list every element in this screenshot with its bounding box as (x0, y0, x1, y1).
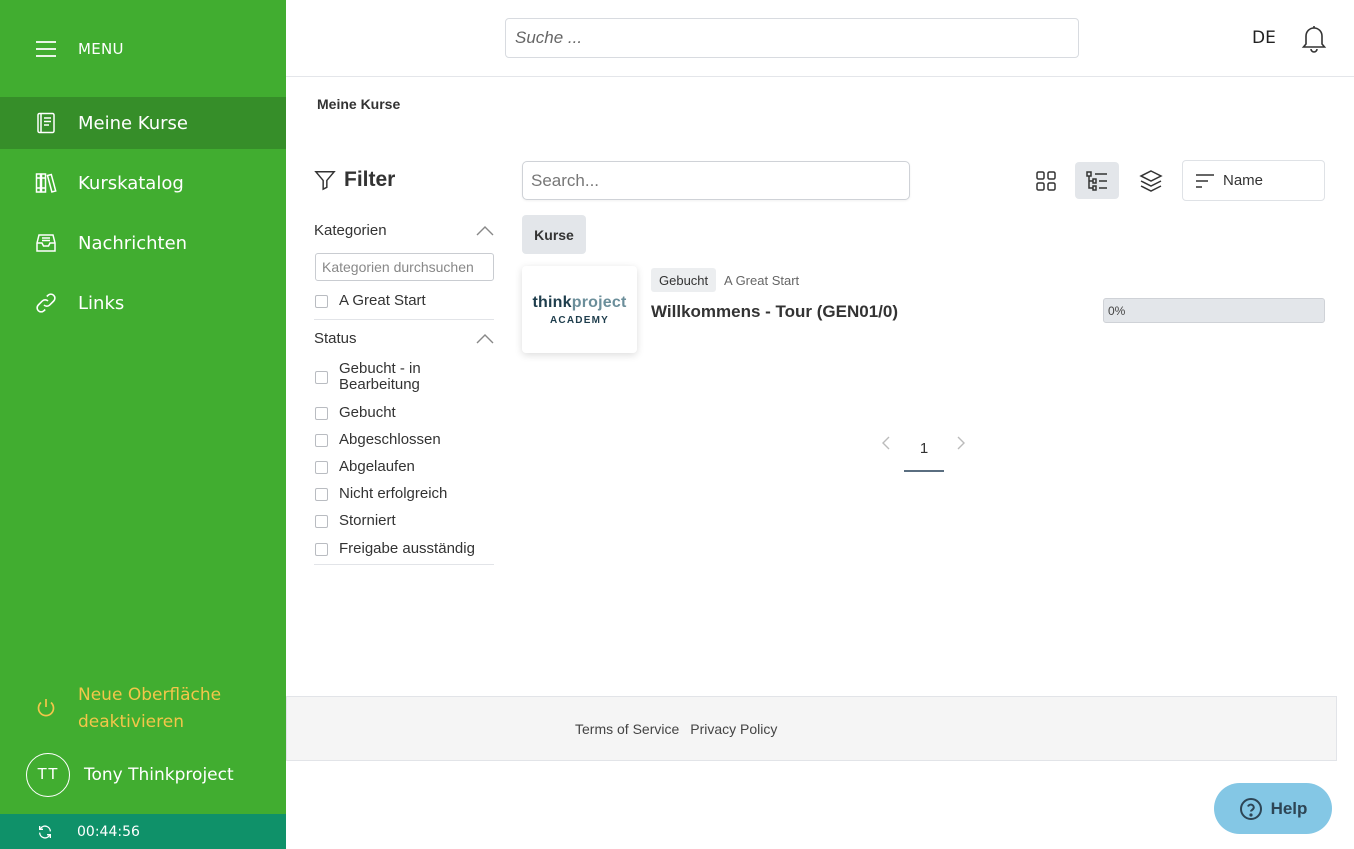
categories-search-input[interactable] (315, 253, 494, 281)
categories-section-header[interactable]: Kategorien (314, 222, 494, 239)
checkbox[interactable] (315, 294, 328, 308)
chevron-left-icon[interactable] (880, 435, 892, 451)
deactivate-label: Neue Oberfläche deaktivieren (78, 685, 222, 732)
status-option[interactable]: Freigabe ausständig (315, 541, 475, 557)
menu-toggle[interactable]: MENU (36, 38, 124, 60)
option-label: Gebucht (339, 404, 396, 421)
library-icon (35, 173, 57, 193)
status-option[interactable]: Gebucht (315, 405, 396, 421)
tab-kurse[interactable]: Kurse (522, 215, 586, 254)
status-option[interactable]: Storniert (315, 513, 396, 529)
sidebar-item-label: Kurskatalog (78, 172, 184, 194)
sidebar-item-links[interactable]: Links (0, 277, 286, 329)
option-label: Nicht erfolgreich (339, 485, 448, 502)
option-label: Gebucht - in Bearbeitung (339, 360, 421, 393)
course-search-input[interactable] (522, 161, 910, 200)
sidebar: MENU Meine Kurse Kurskatalog Nachrichten… (0, 0, 286, 849)
checkbox[interactable] (315, 487, 328, 501)
hamburger-icon (36, 41, 56, 57)
book-icon (37, 112, 55, 134)
grid-icon (1036, 170, 1056, 191)
checkbox[interactable] (315, 460, 328, 474)
sort-icon (1196, 173, 1214, 188)
filter-title: Filter (314, 168, 395, 192)
checkbox[interactable] (315, 370, 328, 384)
refresh-icon[interactable] (37, 824, 53, 840)
power-icon (37, 699, 55, 717)
status-badge: Gebucht (651, 268, 717, 292)
progress-bar: 0% (1103, 298, 1325, 323)
help-label: Help (1270, 798, 1308, 818)
grid-view-button[interactable] (1024, 162, 1068, 199)
tree-list-icon (1086, 170, 1107, 191)
tree-list-view-button[interactable] (1075, 162, 1119, 199)
user-profile[interactable]: TT Tony Thinkproject (26, 753, 234, 797)
language-switcher[interactable]: DE (1252, 28, 1276, 48)
sidebar-item-kurskatalog[interactable]: Kurskatalog (0, 157, 286, 209)
session-bar: 00:44:56 (0, 814, 286, 849)
thinkproject-logo: thinkproject (532, 293, 627, 311)
breadcrumb: Meine Kurse (317, 96, 401, 112)
top-header: DE (286, 0, 1354, 77)
option-label: Freigabe ausständig (339, 540, 475, 557)
layers-view-button[interactable] (1129, 162, 1173, 199)
layers-icon (1139, 169, 1163, 192)
privacy-link[interactable]: Privacy Policy (690, 721, 777, 737)
checkbox[interactable] (315, 433, 328, 447)
sidebar-item-label: Nachrichten (78, 232, 188, 254)
logo-subtitle: ACADEMY (550, 314, 609, 326)
option-label: Abgelaufen (339, 458, 415, 475)
checkbox[interactable] (315, 406, 328, 420)
status-option[interactable]: Nicht erfolgreich (315, 486, 447, 502)
global-search-input[interactable] (505, 18, 1079, 58)
avatar: TT (26, 753, 70, 797)
status-section-header[interactable]: Status (314, 330, 494, 347)
category-option[interactable]: A Great Start (315, 293, 426, 309)
option-label: Abgeschlossen (339, 431, 441, 448)
pagination-page[interactable]: 1 (904, 430, 944, 472)
sidebar-item-label: Meine Kurse (78, 112, 188, 134)
terms-link[interactable]: Terms of Service (575, 721, 679, 737)
status-option[interactable]: Abgelaufen (315, 459, 415, 475)
question-circle-icon (1239, 797, 1262, 820)
chevron-up-icon (476, 225, 494, 235)
status-option[interactable]: Gebucht - in Bearbeitung (315, 361, 459, 393)
session-timer: 00:44:56 (77, 823, 140, 840)
status-option[interactable]: Abgeschlossen (315, 432, 441, 448)
course-category: A Great Start (724, 273, 800, 288)
divider (314, 564, 494, 565)
course-thumbnail[interactable]: thinkproject ACADEMY (522, 266, 637, 353)
footer: Terms of Service Privacy Policy (286, 696, 1337, 761)
progress-label: 0% (1108, 304, 1126, 318)
bell-icon[interactable] (1300, 23, 1328, 53)
sidebar-item-label: Links (78, 292, 125, 314)
menu-label: MENU (78, 40, 124, 58)
divider (314, 319, 494, 320)
chevron-up-icon (476, 333, 494, 343)
chevron-right-icon[interactable] (955, 435, 967, 451)
filter-icon (314, 171, 336, 191)
user-name: Tony Thinkproject (84, 765, 234, 785)
course-title[interactable]: Willkommens - Tour (GEN01/0) (651, 302, 898, 322)
sort-dropdown[interactable]: Name (1182, 160, 1325, 201)
sort-label: Name (1223, 172, 1264, 189)
status-heading: Status (314, 330, 357, 347)
deactivate-new-ui-button[interactable]: Neue Oberfläche deaktivieren (34, 682, 238, 736)
filter-title-label: Filter (344, 168, 396, 191)
option-label: A Great Start (339, 292, 426, 309)
option-label: Storniert (339, 512, 396, 529)
sidebar-item-nachrichten[interactable]: Nachrichten (0, 217, 286, 269)
help-button[interactable]: Help (1214, 783, 1332, 834)
inbox-icon (36, 234, 56, 252)
checkbox[interactable] (315, 542, 328, 556)
categories-heading: Kategorien (314, 222, 387, 239)
checkbox[interactable] (315, 514, 328, 528)
sidebar-item-meine-kurse[interactable]: Meine Kurse (0, 97, 286, 149)
link-icon (36, 293, 56, 313)
